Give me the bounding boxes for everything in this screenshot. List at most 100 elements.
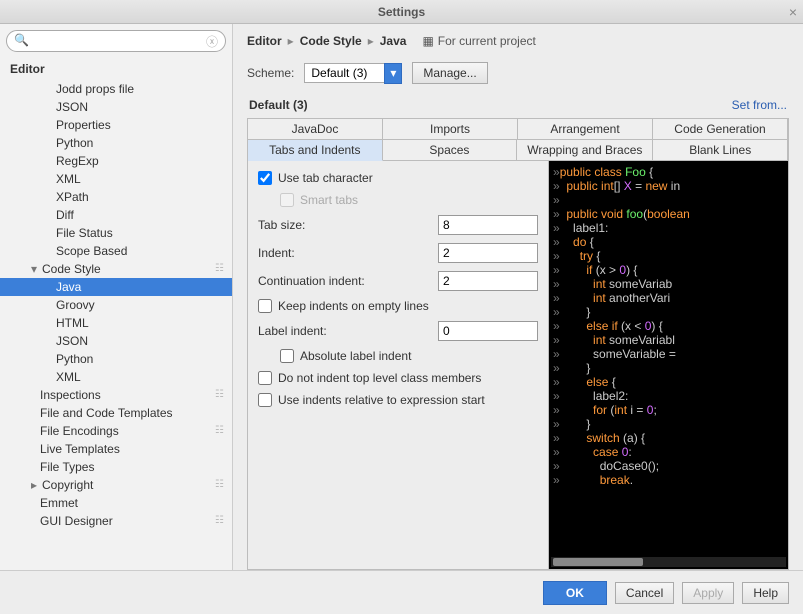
tree-item-label: Properties xyxy=(56,116,111,134)
ok-button[interactable]: OK xyxy=(543,581,607,605)
code-line: » break. xyxy=(553,473,788,487)
label-indent-input[interactable] xyxy=(438,321,538,341)
manage-button[interactable]: Manage... xyxy=(412,62,487,84)
tree-item[interactable]: File Types xyxy=(0,458,232,476)
clear-search-icon[interactable]: ⓧ xyxy=(206,33,218,50)
tree-item[interactable]: RegExp xyxy=(0,152,232,170)
tree-item[interactable]: XML xyxy=(0,368,232,386)
close-icon[interactable]: × xyxy=(789,4,797,20)
tree-item[interactable]: XML xyxy=(0,170,232,188)
absolute-label-checkbox[interactable]: Absolute label indent xyxy=(280,349,538,363)
cancel-button[interactable]: Cancel xyxy=(615,582,674,604)
tree-item-label: Scope Based xyxy=(56,242,127,260)
tree-item[interactable]: GUI Designer ☷ xyxy=(0,512,232,530)
keep-indents-checkbox[interactable]: Keep indents on empty lines xyxy=(258,299,538,313)
settings-tree[interactable]: Jodd props fileJSONPropertiesPythonRegEx… xyxy=(0,80,232,570)
tree-item[interactable]: ▸Copyright ☷ xyxy=(0,476,232,494)
help-button[interactable]: Help xyxy=(742,582,789,604)
search-input[interactable] xyxy=(6,30,226,52)
tab[interactable]: Arrangement xyxy=(518,119,653,140)
tree-item[interactable]: Live Templates xyxy=(0,440,232,458)
scrollbar-thumb[interactable] xyxy=(553,558,643,566)
indent-form: Use tab character Smart tabs Tab size: I… xyxy=(248,161,548,569)
tree-item[interactable]: Jodd props file xyxy=(0,80,232,98)
code-line: » } xyxy=(553,417,788,431)
tree-item[interactable]: HTML xyxy=(0,314,232,332)
chevron-down-icon[interactable]: ▾ xyxy=(384,63,402,84)
tab[interactable]: Tabs and Indents xyxy=(248,140,383,161)
code-line: » someVariable = xyxy=(553,347,788,361)
tab[interactable]: Blank Lines xyxy=(653,140,788,161)
code-line: » label2: xyxy=(553,389,788,403)
tree-item-label: XML xyxy=(56,170,81,188)
tree-item[interactable]: JSON xyxy=(0,98,232,116)
scheme-select[interactable]: Default (3) ▾ xyxy=(304,63,402,84)
tree-item[interactable]: ▾Code Style ☷ xyxy=(0,260,232,278)
tab-size-input[interactable] xyxy=(438,215,538,235)
no-top-indent-checkbox[interactable]: Do not indent top level class members xyxy=(258,371,538,385)
tab[interactable]: Code Generation xyxy=(653,119,788,140)
scheme-value: Default (3) xyxy=(304,63,384,83)
tree-item[interactable]: File Status xyxy=(0,224,232,242)
project-config-icon: ☷ xyxy=(215,476,224,494)
expand-icon[interactable]: ▾ xyxy=(28,260,40,278)
set-from-link[interactable]: Set from... xyxy=(732,98,787,112)
tree-item[interactable]: Diff xyxy=(0,206,232,224)
tree-item[interactable]: Inspections☷ xyxy=(0,386,232,404)
tree-item-label: File Encodings xyxy=(40,422,119,440)
project-config-icon: ☷ xyxy=(215,260,224,278)
tree-item[interactable]: Java xyxy=(0,278,232,296)
project-scope: ▦For current project xyxy=(422,34,535,48)
tabs: JavaDocImportsArrangementCode Generation… xyxy=(247,118,789,161)
scheme-name: Default (3) xyxy=(249,98,308,112)
titlebar: Settings × xyxy=(0,0,803,24)
tree-item-label: Emmet xyxy=(40,494,78,512)
use-tab-checkbox[interactable]: Use tab character xyxy=(258,171,538,185)
project-icon: ▦ xyxy=(422,34,433,48)
crumb-editor[interactable]: Editor xyxy=(247,34,282,48)
chevron-right-icon: ▸ xyxy=(368,34,374,48)
main-panel: Editor ▸ Code Style ▸ Java ▦For current … xyxy=(233,24,803,570)
expand-icon[interactable]: ▸ xyxy=(28,476,40,494)
apply-button[interactable]: Apply xyxy=(682,582,734,604)
label-indent-label: Label indent: xyxy=(258,324,430,338)
tree-item[interactable]: Properties xyxy=(0,116,232,134)
tab[interactable]: Imports xyxy=(383,119,518,140)
breadcrumb: Editor ▸ Code Style ▸ Java ▦For current … xyxy=(247,32,789,58)
project-config-icon: ☷ xyxy=(215,512,224,530)
crumb-java: Java xyxy=(380,34,407,48)
tree-item[interactable]: Groovy xyxy=(0,296,232,314)
tree-item[interactable]: Emmet xyxy=(0,494,232,512)
tree-item-label: Groovy xyxy=(56,296,95,314)
tree-item-label: Java xyxy=(56,278,81,296)
tree-item-label: XPath xyxy=(56,188,89,206)
tree-item[interactable]: Python xyxy=(0,350,232,368)
code-line: » } xyxy=(553,305,788,319)
tree-item-label: RegExp xyxy=(56,152,99,170)
code-line: » for (int i = 0; xyxy=(553,403,788,417)
tree-item-label: Python xyxy=(56,134,93,152)
horizontal-scrollbar[interactable] xyxy=(551,557,786,567)
tree-item[interactable]: File and Code Templates xyxy=(0,404,232,422)
indent-input[interactable] xyxy=(438,243,538,263)
tree-item-label: JSON xyxy=(56,332,88,350)
relative-expr-checkbox[interactable]: Use indents relative to expression start xyxy=(258,393,538,407)
code-line: » int someVariabl xyxy=(553,333,788,347)
tree-item[interactable]: Scope Based xyxy=(0,242,232,260)
tab[interactable]: JavaDoc xyxy=(248,119,383,140)
tree-item-label: Copyright xyxy=(42,476,93,494)
tab[interactable]: Spaces xyxy=(383,140,518,161)
tree-item-label: Python xyxy=(56,350,93,368)
tab[interactable]: Wrapping and Braces xyxy=(517,140,653,161)
crumb-codestyle[interactable]: Code Style xyxy=(300,34,362,48)
code-line: » int anotherVari xyxy=(553,291,788,305)
tree-item[interactable]: XPath xyxy=(0,188,232,206)
tree-item[interactable]: Python xyxy=(0,134,232,152)
tree-item[interactable]: JSON xyxy=(0,332,232,350)
tree-item[interactable]: File Encodings☷ xyxy=(0,422,232,440)
tree-item-label: GUI Designer xyxy=(40,512,113,530)
tree-item-label: Code Style xyxy=(42,260,101,278)
code-line: » xyxy=(553,193,788,207)
project-config-icon: ☷ xyxy=(215,386,224,404)
continuation-input[interactable] xyxy=(438,271,538,291)
